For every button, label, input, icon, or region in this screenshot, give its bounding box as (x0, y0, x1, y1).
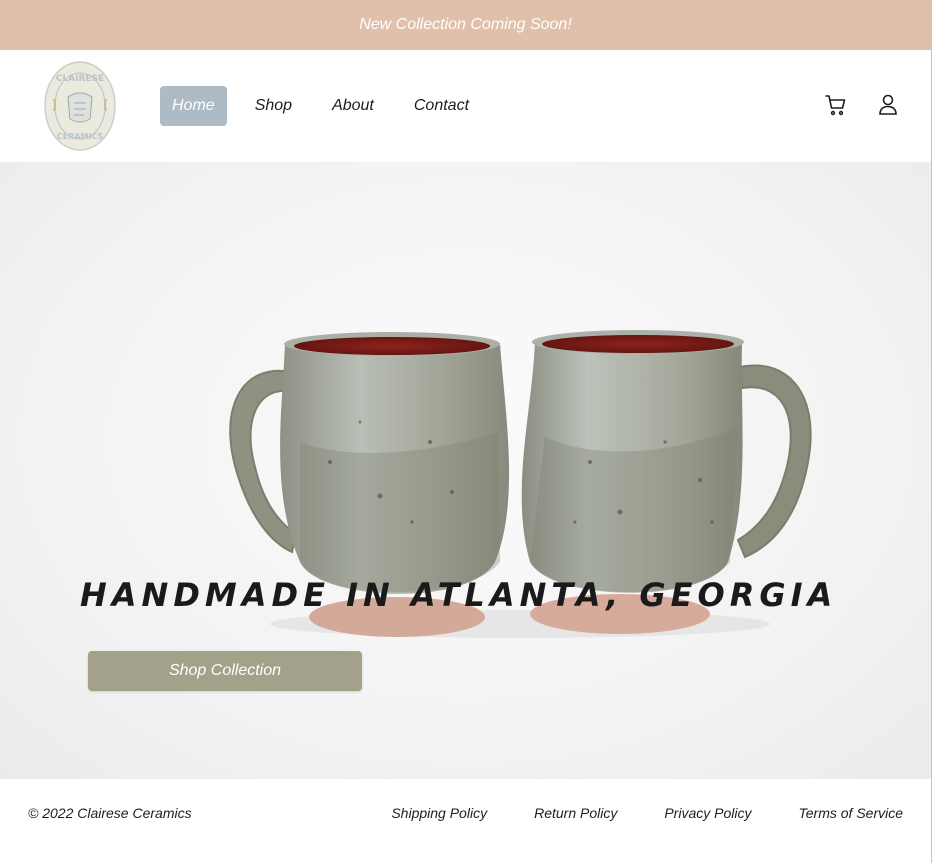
copyright-text: © 2022 Clairese Ceramics (28, 805, 192, 821)
footer-links: Shipping Policy Return Policy Privacy Po… (344, 805, 903, 821)
site-header: CLAIRESE CERAMICS Home Shop About Contac… (0, 50, 931, 162)
svg-text:CERAMICS: CERAMICS (57, 132, 104, 141)
footer-link-terms-of-service[interactable]: Terms of Service (798, 805, 903, 821)
footer-link-shipping-policy[interactable]: Shipping Policy (391, 805, 487, 821)
site-footer: © 2022 Clairese Ceramics Shipping Policy… (0, 779, 931, 863)
logo[interactable]: CLAIRESE CERAMICS (44, 61, 116, 151)
page-edge-line (931, 0, 932, 863)
announcement-text: New Collection Coming Soon! (359, 16, 572, 33)
nav-item-about[interactable]: About (320, 86, 386, 126)
hero-section: HANDMADE IN ATLANTA, GEORGIA Shop Collec… (0, 162, 931, 779)
user-icon[interactable] (876, 93, 900, 117)
svg-text:CLAIRESE: CLAIRESE (56, 74, 104, 84)
cart-icon[interactable] (824, 93, 848, 117)
hero-title: HANDMADE IN ATLANTA, GEORGIA (80, 576, 838, 614)
footer-link-privacy-policy[interactable]: Privacy Policy (664, 805, 751, 821)
nav-item-home[interactable]: Home (160, 86, 227, 126)
nav-item-shop[interactable]: Shop (243, 86, 304, 126)
logo-badge-icon: CLAIRESE CERAMICS (44, 61, 116, 151)
main-nav: Home Shop About Contact (160, 86, 497, 126)
shop-collection-button[interactable]: Shop Collection (88, 651, 362, 691)
announcement-bar: New Collection Coming Soon! (0, 0, 931, 50)
nav-item-contact[interactable]: Contact (402, 86, 481, 126)
footer-link-return-policy[interactable]: Return Policy (534, 805, 617, 821)
